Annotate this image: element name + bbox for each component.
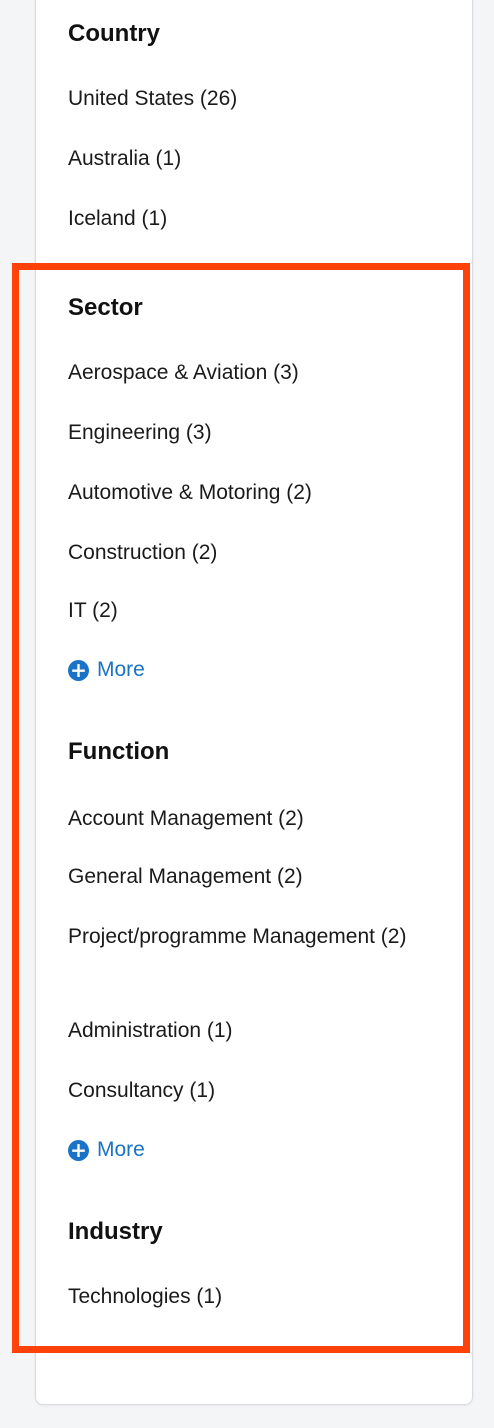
more-label: More	[97, 1138, 145, 1161]
filter-item-function[interactable]: General Management (2)	[68, 860, 428, 893]
filter-item-function[interactable]: Project/programme Management (2)	[68, 920, 428, 953]
filter-item-sector[interactable]: Engineering (3)	[68, 416, 428, 449]
plus-circle-icon: +	[68, 659, 89, 681]
industry-heading: Industry	[68, 1218, 163, 1245]
function-heading: Function	[68, 738, 170, 765]
filter-item-country[interactable]: Australia (1)	[68, 142, 428, 175]
sector-more-button[interactable]: + More	[68, 656, 145, 684]
country-heading: Country	[68, 20, 160, 47]
function-more-button[interactable]: + More	[68, 1136, 145, 1164]
filter-item-sector[interactable]: Automotive & Motoring (2)	[68, 476, 428, 509]
filter-item-sector[interactable]: IT (2)	[68, 594, 428, 627]
more-label: More	[97, 658, 145, 681]
filter-item-country[interactable]: United States (26)	[68, 82, 428, 115]
filter-item-function[interactable]: Administration (1)	[68, 1014, 428, 1047]
plus-circle-icon: +	[68, 1139, 89, 1161]
filter-item-function[interactable]: Account Management (2)	[68, 802, 428, 835]
sector-heading: Sector	[68, 294, 143, 321]
filter-item-sector[interactable]: Aerospace & Aviation (3)	[68, 356, 428, 389]
filter-item-country[interactable]: Iceland (1)	[68, 202, 428, 235]
filter-item-industry[interactable]: Technologies (1)	[68, 1280, 428, 1313]
filter-item-sector[interactable]: Construction (2)	[68, 536, 428, 569]
filter-item-function[interactable]: Consultancy (1)	[68, 1074, 428, 1107]
